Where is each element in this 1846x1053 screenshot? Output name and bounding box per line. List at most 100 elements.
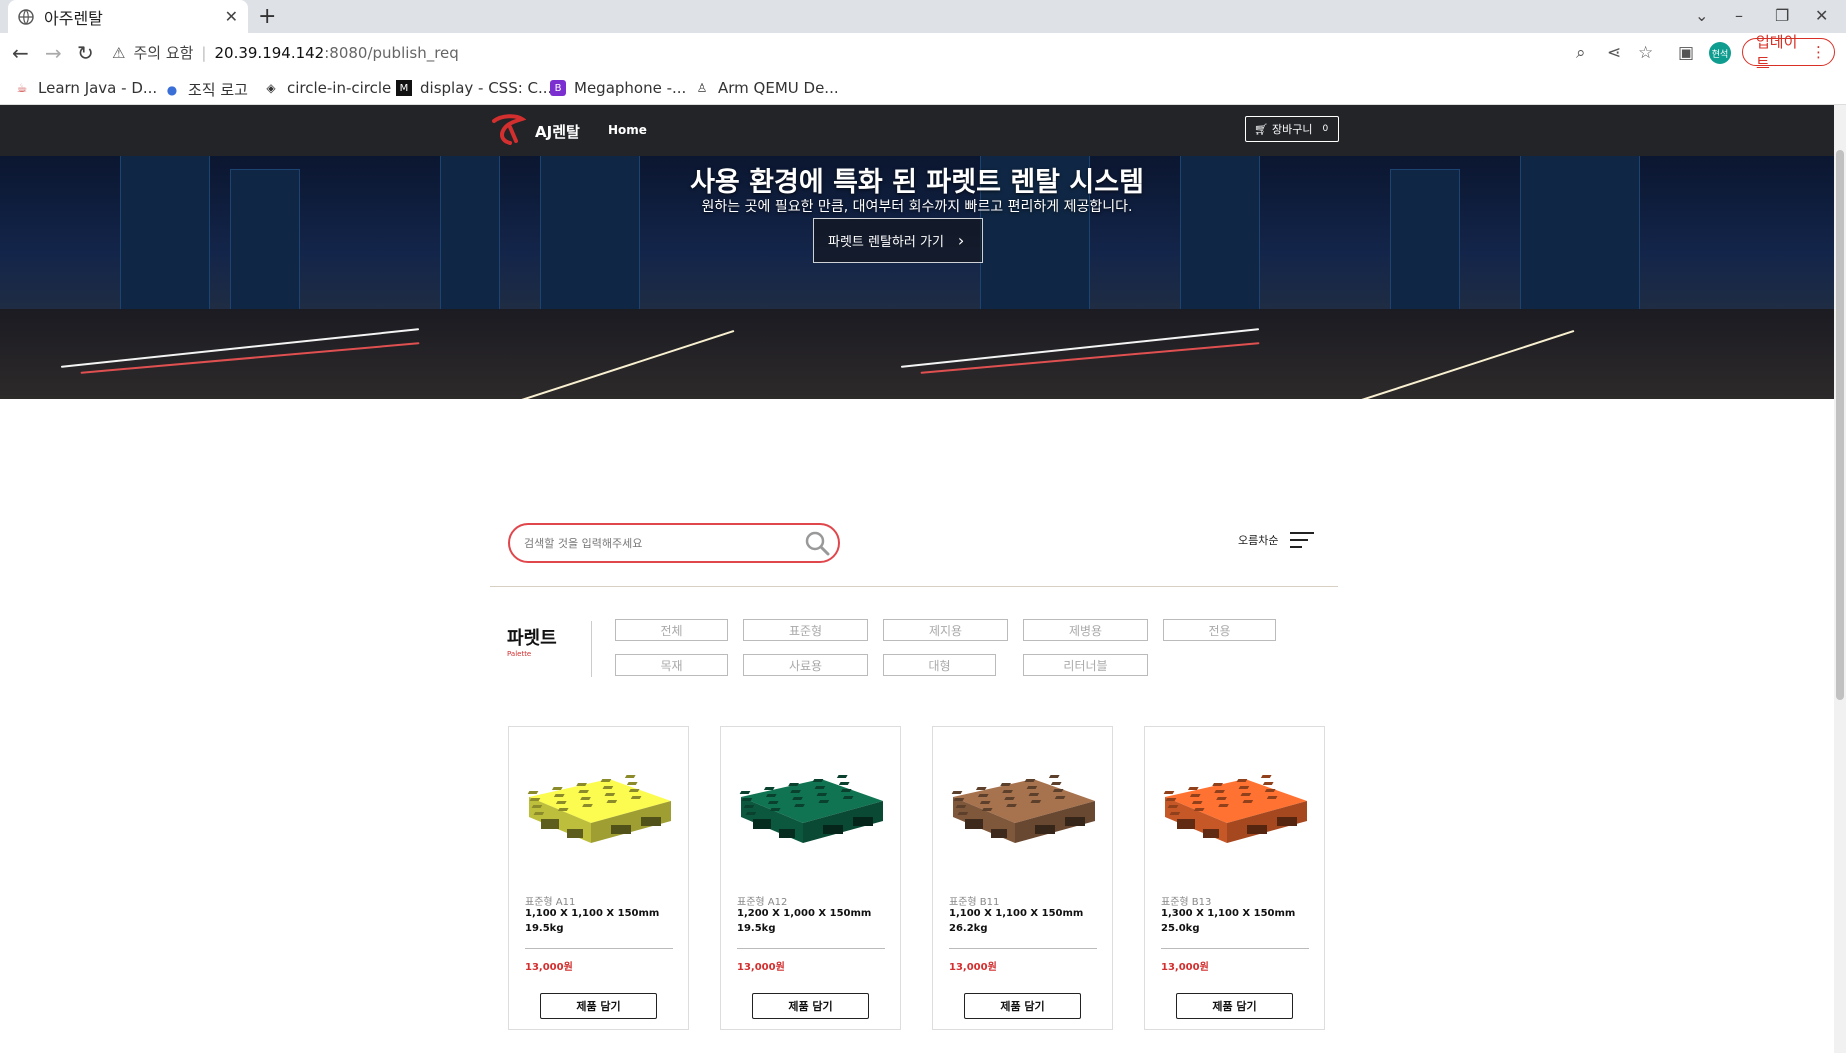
pallet-slot	[1165, 798, 1177, 801]
cart-count: 0	[1322, 124, 1329, 134]
url-path: :8080/publish_req	[324, 43, 459, 62]
bookmark-item[interactable]: B Megaphone -...	[550, 79, 686, 97]
new-tab-button[interactable]: +	[258, 4, 276, 29]
product-card: 표준형 B13 1,300 X 1,100 X 150mm 25.0kg 13,…	[1144, 726, 1325, 1030]
product-type: 표준형 B11	[949, 897, 1000, 908]
pallet-slot	[1000, 783, 1011, 786]
tab-search-icon[interactable]: ⌄	[1695, 6, 1708, 25]
chevron-right-icon: ›	[957, 231, 965, 250]
warning-icon: ⚠	[112, 43, 126, 62]
sort-control[interactable]: 오름차순	[1238, 530, 1316, 550]
pallet-fork-hole	[991, 829, 1007, 838]
bookmark-label: Megaphone -...	[574, 79, 687, 97]
cart-label: 장바구니	[1271, 123, 1313, 136]
pallet-slot	[814, 786, 826, 789]
browser-tab[interactable]: 아주렌탈 ✕	[8, 0, 248, 33]
add-to-cart-button[interactable]: 제품 담기	[752, 993, 869, 1019]
pallet-slot	[794, 804, 805, 807]
pallet-slot	[529, 798, 541, 801]
share-icon[interactable]: ⋖	[1607, 43, 1621, 63]
add-to-cart-button[interactable]: 제품 담기	[540, 993, 657, 1019]
pallet-slot	[977, 794, 989, 797]
pallet-fork-hole	[541, 819, 559, 829]
filter-chip[interactable]: 표준형	[743, 619, 868, 641]
pallet-slot	[812, 779, 824, 782]
pallet-slot	[981, 808, 993, 811]
pallet-slot	[1028, 793, 1040, 796]
filter-chip[interactable]: 리터너블	[1023, 654, 1148, 676]
address-bar[interactable]: ⚠ 주의 요함 | 20.39.194.142 :8080/publish_re…	[112, 42, 459, 63]
pallet-fork-hole	[1203, 829, 1219, 838]
back-icon[interactable]: ←	[12, 41, 29, 65]
brand-logo-icon[interactable]	[490, 113, 526, 147]
filter-chip[interactable]: 사료용	[743, 654, 868, 676]
pallet-slot	[842, 796, 854, 799]
pallet-slot	[957, 812, 969, 815]
pallet-slot	[1187, 787, 1199, 790]
pallet-slot	[818, 800, 830, 803]
product-type: 표준형 B13	[1161, 897, 1212, 908]
restore-icon[interactable]: ❐	[1775, 6, 1789, 25]
filter-chip[interactable]: 대형	[883, 654, 996, 676]
cart-icon: 🛒︎	[1254, 122, 1268, 136]
pallet-fork-hole	[1247, 825, 1267, 834]
pallet-slot	[551, 787, 563, 790]
pallet-slot	[816, 793, 828, 796]
bookmark-label: Arm QEMU De...	[718, 79, 839, 97]
filter-chip[interactable]: 전체	[615, 619, 728, 641]
zoom-icon[interactable]: ⌕	[1576, 43, 1586, 63]
pallet-slot	[1163, 791, 1175, 794]
search-box	[508, 523, 840, 563]
pallet-slot	[533, 812, 545, 815]
close-tab-icon[interactable]: ✕	[225, 7, 238, 26]
bookmark-item[interactable]: ● 조직 로고	[164, 79, 248, 100]
filter-chip[interactable]: 제병용	[1023, 619, 1148, 641]
filter-chip[interactable]: 제지용	[883, 619, 1008, 641]
pallet-fork-hole	[853, 817, 873, 826]
mdn-icon: M	[396, 80, 412, 96]
search-input[interactable]	[524, 536, 784, 550]
page-scrollbar[interactable]	[1834, 105, 1846, 1053]
pallet-fork-hole	[641, 817, 661, 826]
pallet-slot	[557, 808, 569, 811]
bookmark-item[interactable]: ☕ Learn Java - D...	[14, 79, 158, 97]
sort-label: 오름차순	[1238, 534, 1279, 547]
forward-icon[interactable]: →	[45, 41, 62, 65]
pallet-fork-hole	[1177, 819, 1195, 829]
pallet-fork-hole	[753, 819, 771, 829]
close-window-icon[interactable]: ✕	[1815, 6, 1828, 25]
bookmark-label: circle-in-circle	[287, 79, 392, 97]
category-divider	[591, 621, 592, 677]
bookmark-star-icon[interactable]: ☆	[1638, 43, 1653, 63]
update-button[interactable]: 업데이트 ⋮	[1742, 33, 1835, 72]
pallet-slot	[580, 797, 591, 800]
add-to-cart-button[interactable]: 제품 담기	[964, 993, 1081, 1019]
bookmark-item[interactable]: M display - CSS: C...	[396, 79, 552, 97]
nav-home-link[interactable]: Home	[608, 123, 647, 137]
search-icon[interactable]	[804, 530, 830, 556]
side-panel-icon[interactable]: ▣	[1678, 43, 1694, 63]
section-divider	[490, 586, 1338, 587]
pallet-slot	[1236, 779, 1248, 782]
cart-button[interactable]: 🛒︎ 장바구니 0	[1245, 116, 1339, 142]
profile-avatar[interactable]: 현석	[1709, 42, 1731, 64]
hero-banner: 사용 환경에 특화 된 파렛트 렌탈 시스템 원하는 곳에 필요한 만큼, 대여…	[0, 156, 1834, 399]
hero-subtitle: 원하는 곳에 필요한 만큼, 대여부터 회수까지 빠르고 편리하게 제공합니다.	[701, 199, 1133, 215]
filter-chip[interactable]: 목재	[615, 654, 728, 676]
linux-icon: ♙	[696, 81, 708, 95]
product-dimensions: 1,300 X 1,100 X 150mm	[1161, 908, 1296, 919]
bookmark-item[interactable]: ♙ Arm QEMU De...	[694, 79, 839, 97]
minimize-icon[interactable]: –	[1735, 6, 1743, 25]
pallet-slot	[630, 796, 642, 799]
filter-chip[interactable]: 전용	[1163, 619, 1276, 641]
bookmark-item[interactable]: ◈ circle-in-circle	[263, 79, 391, 97]
rent-pallet-button[interactable]: 파렛트 렌탈하러 가기 ›	[813, 218, 983, 263]
reload-icon[interactable]: ↻	[77, 41, 94, 65]
product-dimensions: 1,200 X 1,000 X 150mm	[737, 908, 872, 919]
add-to-cart-button[interactable]: 제품 담기	[1176, 993, 1293, 1019]
pallet-image	[951, 775, 1095, 843]
pallet-slot	[1002, 790, 1013, 793]
scroll-thumb[interactable]	[1836, 150, 1844, 700]
brand-name[interactable]: AJ렌탈	[535, 121, 580, 142]
pallet-slot	[1260, 775, 1272, 778]
